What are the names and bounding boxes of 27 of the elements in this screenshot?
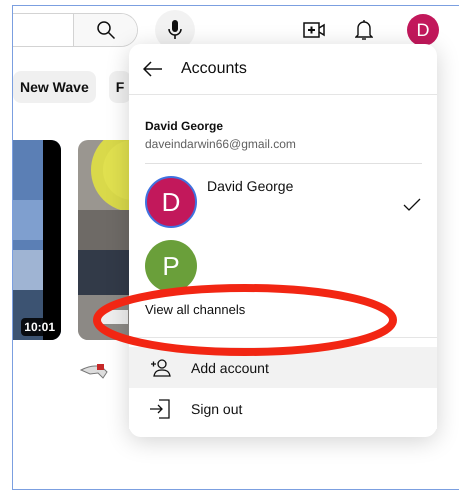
bell-icon [355,19,373,41]
search-icon [96,20,116,40]
create-video-button[interactable] [303,22,325,38]
video-duration: 10:01 [21,318,58,336]
search-field[interactable] [13,13,138,47]
microphone-icon [168,19,182,41]
menu-item[interactable]: Sign out [129,388,437,429]
checkmark-icon [403,198,421,211]
menu-title: Accounts [181,60,247,78]
channel-name: David George [207,178,294,194]
add-person-icon [149,358,171,376]
video-plus-icon [303,22,325,38]
user-name: David George [145,119,224,133]
channel-avatar: P [145,240,197,292]
view-all-channels-link[interactable]: View all channels [129,290,262,317]
sign-out-icon [149,398,171,420]
channel-item[interactable]: D David George [129,170,437,226]
menu-item[interactable]: Add account [129,347,437,388]
search-button[interactable] [73,14,137,46]
back-arrow-icon [143,61,163,77]
notifications-button[interactable] [355,19,373,41]
account-avatar[interactable]: D [407,14,439,46]
user-email: daveindarwin66@gmail.com [145,137,297,151]
back-button[interactable] [143,61,163,77]
channel-avatar: D [145,176,197,228]
filter-chip[interactable]: New Wave [13,71,96,103]
filter-chip[interactable]: F [108,71,132,103]
